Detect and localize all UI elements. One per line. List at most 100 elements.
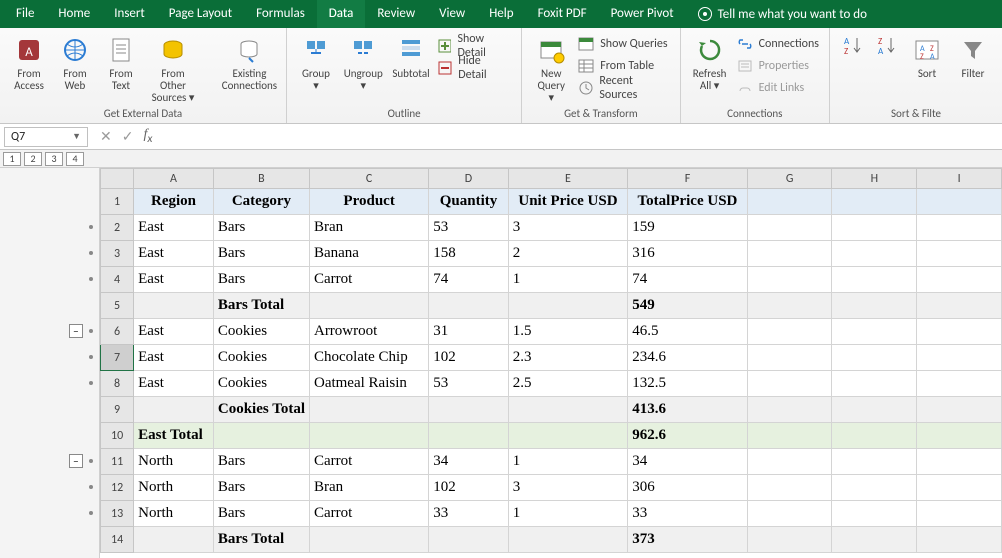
cell-E13[interactable]: 1 [508, 501, 628, 527]
col-header-I[interactable]: I [917, 169, 1002, 189]
cell-C1[interactable]: Product [309, 189, 428, 215]
cell-E5[interactable] [508, 293, 628, 319]
cell-E7[interactable]: 2.3 [508, 345, 628, 371]
cell-D9[interactable] [429, 397, 508, 423]
cell-A1[interactable]: Region [134, 189, 214, 215]
cell-F13[interactable]: 33 [628, 501, 748, 527]
cell-E10[interactable] [508, 423, 628, 449]
cell-A12[interactable]: North [134, 475, 214, 501]
cell-F12[interactable]: 306 [628, 475, 748, 501]
cell-A2[interactable]: East [134, 215, 214, 241]
cell-E9[interactable] [508, 397, 628, 423]
cell-H12[interactable] [832, 475, 917, 501]
cell-I5[interactable] [917, 293, 1002, 319]
cell-E11[interactable]: 1 [508, 449, 628, 475]
fx-icon[interactable]: fx [143, 127, 152, 146]
cell-D1[interactable]: Quantity [429, 189, 508, 215]
cell-C8[interactable]: Oatmeal Raisin [309, 371, 428, 397]
col-header-E[interactable]: E [508, 169, 628, 189]
row-header-8[interactable]: 8 [101, 371, 134, 397]
cell-D6[interactable]: 31 [429, 319, 508, 345]
cell-C7[interactable]: Chocolate Chip [309, 345, 428, 371]
tab-insert[interactable]: Insert [102, 0, 157, 28]
cell-C14[interactable] [309, 527, 428, 553]
cell-I7[interactable] [917, 345, 1002, 371]
cell-I3[interactable] [917, 241, 1002, 267]
cell-I14[interactable] [917, 527, 1002, 553]
tab-help[interactable]: Help [477, 0, 525, 28]
cell-D12[interactable]: 102 [429, 475, 508, 501]
cell-B4[interactable]: Bars [213, 267, 309, 293]
col-header-H[interactable]: H [832, 169, 917, 189]
cell-B7[interactable]: Cookies [213, 345, 309, 371]
subtotal-button[interactable]: Subtotal [392, 32, 431, 82]
cell-C3[interactable]: Banana [309, 241, 428, 267]
cell-F7[interactable]: 234.6 [628, 345, 748, 371]
tab-home[interactable]: Home [46, 0, 102, 28]
row-header-12[interactable]: 12 [101, 475, 134, 501]
cell-A8[interactable]: East [134, 371, 214, 397]
cell-G12[interactable] [747, 475, 832, 501]
cell-H3[interactable] [832, 241, 917, 267]
cell-B9[interactable]: Cookies Total [213, 397, 309, 423]
refresh-all-button[interactable]: RefreshAll ▾ [691, 32, 729, 94]
cell-D7[interactable]: 102 [429, 345, 508, 371]
cell-C10[interactable] [309, 423, 428, 449]
row-header-6[interactable]: 6 [101, 319, 134, 345]
cell-I1[interactable] [917, 189, 1002, 215]
cell-D14[interactable] [429, 527, 508, 553]
select-all-corner[interactable] [101, 169, 134, 189]
cell-E1[interactable]: Unit Price USD [508, 189, 628, 215]
cell-D4[interactable]: 74 [429, 267, 508, 293]
cell-H2[interactable] [832, 215, 917, 241]
tab-power-pivot[interactable]: Power Pivot [599, 0, 686, 28]
new-query-button[interactable]: NewQuery ▾ [532, 32, 570, 106]
tab-formulas[interactable]: Formulas [244, 0, 317, 28]
cell-C12[interactable]: Bran [309, 475, 428, 501]
cell-H5[interactable] [832, 293, 917, 319]
cell-B14[interactable]: Bars Total [213, 527, 309, 553]
sort-za-button[interactable]: ZA [874, 32, 900, 58]
cell-D2[interactable]: 53 [429, 215, 508, 241]
row-header-1[interactable]: 1 [101, 189, 134, 215]
tab-review[interactable]: Review [365, 0, 427, 28]
from-other-sources-button[interactable]: From OtherSources ▾ [148, 32, 198, 106]
cell-I12[interactable] [917, 475, 1002, 501]
cell-F10[interactable]: 962.6 [628, 423, 748, 449]
cell-G4[interactable] [747, 267, 832, 293]
from-web-button[interactable]: FromWeb [56, 32, 94, 94]
cell-I8[interactable] [917, 371, 1002, 397]
cell-G2[interactable] [747, 215, 832, 241]
cell-D13[interactable]: 33 [429, 501, 508, 527]
cell-F5[interactable]: 549 [628, 293, 748, 319]
cell-D8[interactable]: 53 [429, 371, 508, 397]
row-header-10[interactable]: 10 [101, 423, 134, 449]
cell-G9[interactable] [747, 397, 832, 423]
cell-I4[interactable] [917, 267, 1002, 293]
cell-A14[interactable] [134, 527, 214, 553]
filter-button[interactable]: Filter [954, 32, 992, 82]
show-detail-button[interactable]: Show Detail [438, 36, 511, 56]
spreadsheet-grid[interactable]: ABCDEFGHI1RegionCategoryProductQuantityU… [100, 168, 1002, 558]
cell-B12[interactable]: Bars [213, 475, 309, 501]
cell-I10[interactable] [917, 423, 1002, 449]
col-header-B[interactable]: B [213, 169, 309, 189]
outline-collapse-button[interactable]: − [69, 324, 83, 338]
cell-D10[interactable] [429, 423, 508, 449]
row-header-11[interactable]: 11 [101, 449, 134, 475]
cell-F1[interactable]: TotalPrice USD [628, 189, 748, 215]
cell-A11[interactable]: North [134, 449, 214, 475]
group-button[interactable]: Group▾ [297, 32, 335, 94]
cell-E14[interactable] [508, 527, 628, 553]
cell-D11[interactable]: 34 [429, 449, 508, 475]
cell-E6[interactable]: 1.5 [508, 319, 628, 345]
cell-B10[interactable] [213, 423, 309, 449]
row-header-7[interactable]: 7 [101, 345, 134, 371]
tab-foxit-pdf[interactable]: Foxit PDF [526, 0, 599, 28]
cell-D3[interactable]: 158 [429, 241, 508, 267]
formula-input[interactable] [160, 127, 1002, 147]
cell-H4[interactable] [832, 267, 917, 293]
cell-C13[interactable]: Carrot [309, 501, 428, 527]
cell-I9[interactable] [917, 397, 1002, 423]
connections-button[interactable]: Connections [737, 34, 819, 54]
